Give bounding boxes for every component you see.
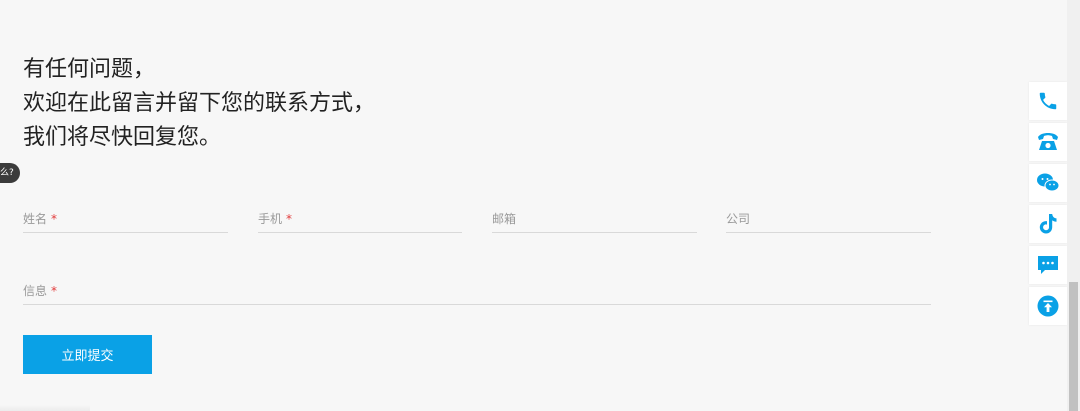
message-field[interactable]: 信息 * bbox=[23, 280, 931, 305]
wechat-button[interactable] bbox=[1029, 164, 1067, 202]
bottom-shadow bbox=[0, 405, 90, 411]
submit-button[interactable]: 立即提交 bbox=[23, 335, 152, 374]
contact-headline: 有任何问题， 欢迎在此留言并留下您的联系方式， 我们将尽快回复您。 bbox=[23, 53, 375, 155]
headline-line-3: 我们将尽快回复您。 bbox=[23, 125, 222, 150]
phone-icon bbox=[1039, 92, 1057, 110]
back-to-top-button[interactable] bbox=[1029, 287, 1067, 325]
phone-field[interactable]: 手机 * bbox=[258, 208, 462, 233]
name-field[interactable]: 姓名 * bbox=[23, 208, 228, 233]
message-button[interactable] bbox=[1029, 246, 1067, 284]
tiktok-icon bbox=[1039, 214, 1057, 234]
email-field[interactable]: 邮箱 bbox=[492, 208, 697, 233]
scrollbar-thumb[interactable] bbox=[1069, 282, 1078, 411]
wechat-icon bbox=[1037, 173, 1060, 192]
phone-button[interactable] bbox=[1029, 82, 1067, 120]
telephone-button[interactable] bbox=[1029, 123, 1067, 161]
headline-line-1: 有任何问题， bbox=[23, 57, 156, 82]
headline-line-2: 欢迎在此留言并留下您的联系方式， bbox=[23, 91, 376, 116]
floating-contact-bar bbox=[1029, 82, 1067, 328]
message-icon bbox=[1038, 256, 1058, 274]
side-tooltip-tab[interactable]: 么? bbox=[0, 163, 20, 183]
company-field[interactable]: 公司 bbox=[726, 208, 931, 233]
telephone-icon bbox=[1038, 133, 1058, 150]
tiktok-button[interactable] bbox=[1029, 205, 1067, 243]
back-to-top-icon bbox=[1037, 295, 1059, 317]
